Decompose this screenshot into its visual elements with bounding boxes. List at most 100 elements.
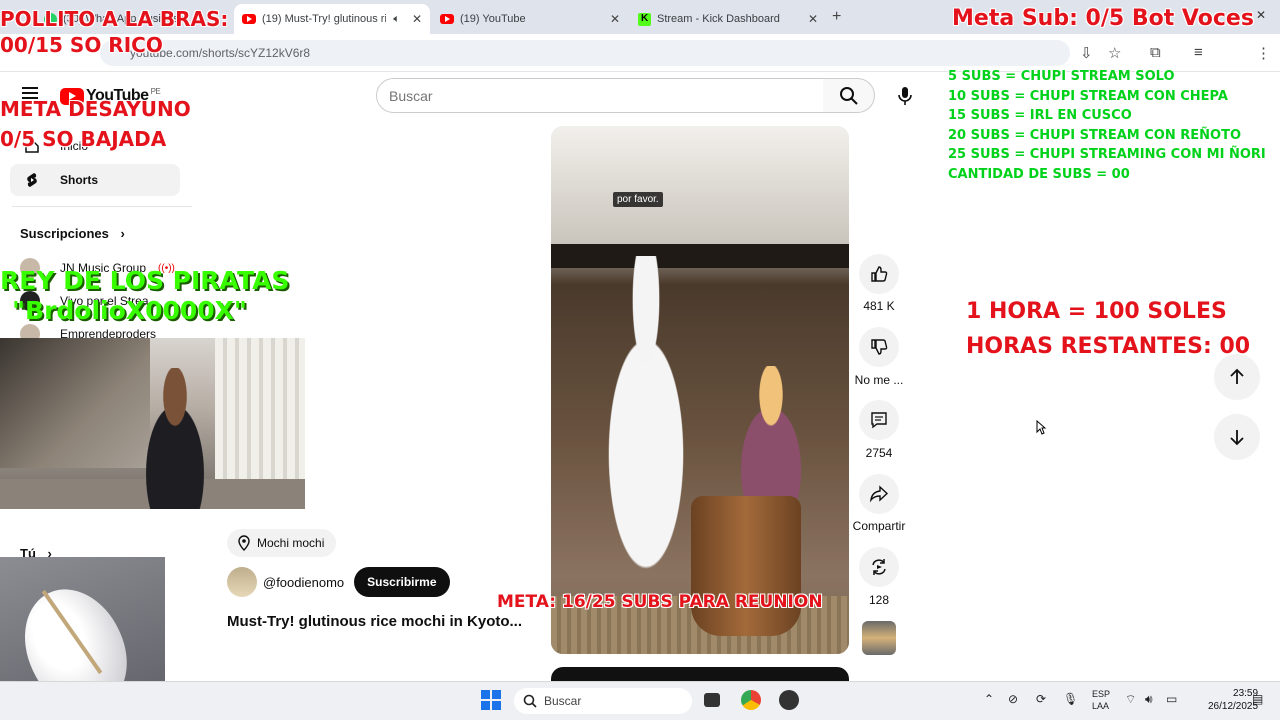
- thumbs-down-icon: [871, 339, 888, 355]
- overlay-line: REY DE LOS PIRATAS: [0, 266, 290, 295]
- subscriptions-heading[interactable]: Suscripciones ›: [20, 226, 125, 241]
- overlay-line: 20 SUBS = CHUPI STREAM CON REÑOTO: [948, 127, 1242, 143]
- youtube-icon: [440, 14, 454, 24]
- sidebar-item-label: Shorts: [60, 173, 99, 187]
- location-label: Mochi mochi: [257, 536, 325, 550]
- webcam-person: [130, 368, 220, 509]
- subscriptions-heading-label: Suscripciones: [20, 226, 109, 241]
- streamer-webcam: [0, 338, 305, 509]
- speaker-icon: 🔈︎: [393, 12, 400, 25]
- overlay-line: HORAS RESTANTES: 00: [966, 334, 1251, 359]
- browser-menu-icon[interactable]: ⋮: [1256, 44, 1271, 62]
- location-pin-icon: [238, 535, 250, 551]
- overlay-subs-list: 5 SUBS = CHUPI STREAM SOLO 10 SUBS = CHU…: [948, 67, 1266, 185]
- tab-youtube[interactable]: (19) YouTube ✕: [432, 4, 628, 34]
- overlay-line: 1 HORA = 100 SOLES: [966, 299, 1227, 324]
- kick-icon: [638, 12, 651, 26]
- arrow-up-icon: [1230, 368, 1244, 384]
- tab-label: Stream - Kick Dashboard: [657, 13, 780, 25]
- extensions-icon[interactable]: ⧉: [1150, 44, 1161, 61]
- comments-button[interactable]: [859, 400, 899, 440]
- location-chip[interactable]: Mochi mochi: [227, 529, 337, 557]
- tab-label: (19) Must-Try! glutinous ric: [262, 13, 386, 25]
- close-icon[interactable]: ✕: [808, 12, 818, 26]
- system-clock[interactable]: 23:59 26/12/2025: [1208, 687, 1258, 713]
- microphone-icon: [898, 87, 912, 105]
- overlay-line: 15 SUBS = IRL EN CUSCO: [948, 108, 1132, 124]
- overlay-meta-reunion: META: 16/25 SUBS PARA REUNION: [497, 592, 823, 612]
- sidebar-item-shorts[interactable]: Shorts: [10, 164, 180, 196]
- taskbar-search[interactable]: Buscar: [514, 688, 692, 714]
- webcam-shelf: [0, 338, 150, 468]
- search-icon: [523, 694, 537, 708]
- share-button[interactable]: [859, 474, 899, 514]
- tray-overflow-icon[interactable]: ⌃: [984, 692, 994, 706]
- tab-kick-dashboard[interactable]: Stream - Kick Dashboard ✕: [630, 4, 826, 34]
- search-placeholder: Buscar: [389, 87, 433, 104]
- overlay-line: 10 SUBS = CHUPI STREAM CON CHEPA: [948, 88, 1228, 104]
- dislike-label: No me ...: [854, 373, 904, 387]
- windows-start-icon[interactable]: [481, 690, 501, 710]
- overlay-line: 25 SUBS = CHUPI STREAMING CON MI ÑORI: [948, 147, 1266, 163]
- video-channel-row: @foodienomo Suscribirme: [227, 567, 450, 597]
- like-button[interactable]: [859, 254, 899, 294]
- mouse-cursor-icon: [1036, 420, 1046, 435]
- audio-track-thumbnail[interactable]: [862, 621, 896, 655]
- chevron-right-icon: ›: [120, 226, 125, 241]
- overlay-hours: 1 HORA = 100 SOLES HORAS RESTANTES: 00: [966, 294, 1250, 364]
- tab-label: (19) YouTube: [460, 13, 526, 25]
- language-line: LAA: [1092, 701, 1110, 711]
- wifi-icon[interactable]: ⌔: [1125, 692, 1136, 707]
- close-window-icon[interactable]: ✕: [1256, 8, 1266, 22]
- new-tab-button[interactable]: +: [832, 8, 841, 26]
- sidebar-divider: [12, 206, 192, 207]
- url-field[interactable]: youtube.com/shorts/scYZ12kV6r8: [100, 40, 1070, 66]
- clock-time: 23:59: [1233, 688, 1259, 699]
- install-app-icon[interactable]: ⇩: [1080, 44, 1093, 62]
- overlay-line: META DESAYUNO: [0, 97, 191, 121]
- obs-icon[interactable]: [779, 690, 799, 710]
- shorts-video-player[interactable]: por favor.: [551, 126, 849, 654]
- like-count: 481 K: [863, 299, 895, 313]
- overlay-line: "BrdolioX0000X": [12, 296, 247, 325]
- voice-search-button[interactable]: [887, 78, 923, 114]
- tab-shorts-video[interactable]: (19) Must-Try! glutinous ric 🔈︎ ✕: [234, 4, 430, 34]
- close-icon[interactable]: ✕: [412, 12, 422, 26]
- share-label: Compartir: [852, 519, 906, 533]
- volume-icon[interactable]: 🔊︎: [1145, 692, 1153, 707]
- overlay-line: POLLITO A LA BRAS:: [0, 7, 229, 31]
- microphone-icon[interactable]: 🎙︎: [1063, 692, 1078, 706]
- channel-handle[interactable]: @foodienomo: [263, 575, 344, 590]
- comment-count: 2754: [865, 446, 893, 460]
- overlay-line: CANTIDAD DE SUBS = 00: [948, 166, 1130, 182]
- close-icon[interactable]: ✕: [610, 12, 620, 26]
- dislike-button[interactable]: [859, 327, 899, 367]
- search-button[interactable]: [823, 78, 875, 113]
- channel-avatar[interactable]: [227, 567, 257, 597]
- video-wall: [551, 126, 849, 246]
- video-title[interactable]: Must-Try! glutinous rice mochi in Kyoto.…: [227, 613, 522, 630]
- subscribe-button[interactable]: Suscribirme: [354, 567, 450, 597]
- network-off-icon[interactable]: ⊘: [1008, 692, 1018, 706]
- notification-icon[interactable]: ▤: [1252, 692, 1263, 706]
- sync-icon[interactable]: ⟳: [1036, 692, 1046, 706]
- remix-button[interactable]: [859, 547, 899, 587]
- file-explorer-icon[interactable]: [704, 693, 720, 707]
- shorts-icon: [27, 173, 37, 187]
- overlay-pirate-king: REY DE LOS PIRATAS "BrdolioX0000X": [0, 266, 289, 326]
- video-caption: por favor.: [613, 192, 663, 207]
- language-indicator[interactable]: ESP LAA: [1092, 688, 1110, 712]
- screen: (30) WhatsApp Business (19) Must-Try! gl…: [0, 0, 1280, 720]
- media-control-icon[interactable]: ≡: [1194, 44, 1203, 61]
- overlay-meta-sub: Meta Sub: 0/5 Bot Voces: [952, 6, 1254, 31]
- comment-icon: [871, 412, 887, 429]
- chrome-icon[interactable]: [741, 690, 761, 710]
- search-input[interactable]: Buscar: [376, 78, 824, 113]
- battery-icon[interactable]: ▭: [1166, 692, 1177, 706]
- thumbs-up-icon: [871, 266, 888, 282]
- remix-count: 128: [868, 593, 890, 607]
- youtube-icon: [242, 14, 256, 24]
- bookmark-star-icon[interactable]: ☆: [1108, 44, 1121, 62]
- next-short-button[interactable]: [1214, 414, 1260, 460]
- clock-date: 26/12/2025: [1208, 701, 1259, 712]
